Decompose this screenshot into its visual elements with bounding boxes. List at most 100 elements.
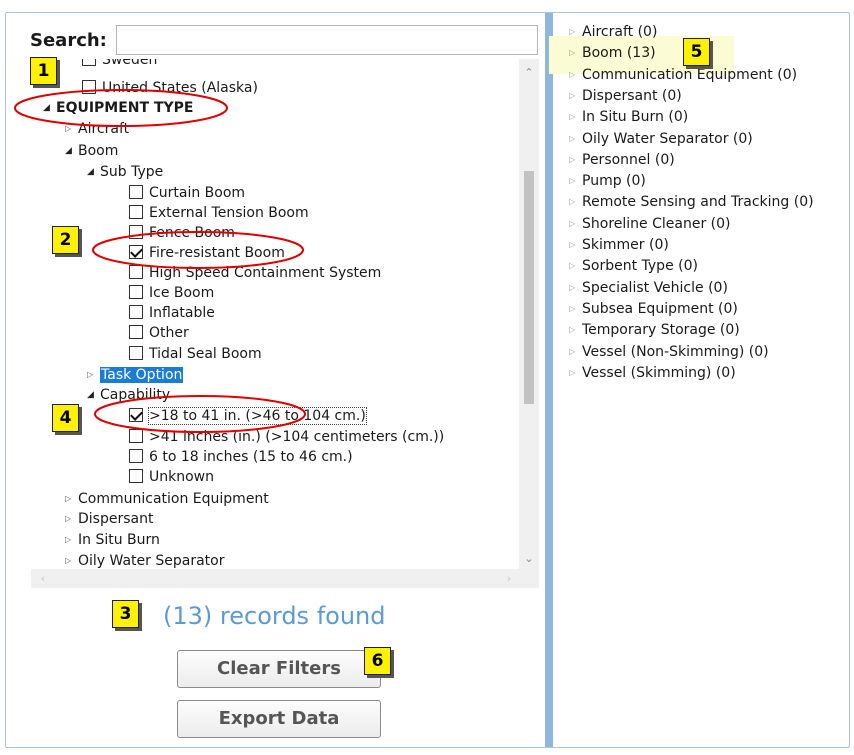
tree-item-curtain-boom[interactable]: Curtain Boom <box>129 183 245 203</box>
collapsed-triangle-icon[interactable]: ▷ <box>569 22 582 42</box>
vertical-scrollbar[interactable]: ⌃ ⌄ <box>519 59 539 569</box>
expanded-triangle-icon[interactable]: ◢ <box>87 385 100 405</box>
collapsed-triangle-icon[interactable]: ▷ <box>65 119 78 139</box>
scroll-left-icon[interactable]: ‹ <box>33 569 53 588</box>
result-item-shoreline-cleaner-0[interactable]: ▷ Shoreline Cleaner (0) <box>569 214 730 234</box>
collapsed-triangle-icon[interactable]: ▷ <box>569 129 582 149</box>
tree-item-boom[interactable]: ◢ Boom <box>65 141 118 161</box>
collapsed-triangle-icon[interactable]: ▷ <box>65 489 78 509</box>
tree-item-unknown[interactable]: Unknown <box>129 467 214 487</box>
tree-item-in-situ-burn[interactable]: ▷ In Situ Burn <box>65 530 160 550</box>
expanded-triangle-icon[interactable]: ◢ <box>43 98 56 118</box>
tree-item-capability[interactable]: ◢ Capability <box>87 385 170 405</box>
checkbox-icon[interactable] <box>129 185 143 199</box>
collapsed-triangle-icon[interactable]: ▷ <box>569 214 582 234</box>
checkbox-icon[interactable] <box>129 325 143 339</box>
result-item-pump-0[interactable]: ▷ Pump (0) <box>569 171 646 191</box>
tree-item-sub-type[interactable]: ◢ Sub Type <box>87 162 163 182</box>
collapsed-triangle-icon[interactable]: ▷ <box>569 320 582 340</box>
checkbox-icon[interactable] <box>129 265 143 279</box>
result-item-specialist-vehicle-0[interactable]: ▷ Specialist Vehicle (0) <box>569 278 728 298</box>
collapsed-triangle-icon[interactable]: ▷ <box>569 299 582 319</box>
tree-item-aircraft[interactable]: ▷ Aircraft <box>65 119 129 139</box>
export-data-button[interactable]: Export Data <box>177 700 381 738</box>
collapsed-triangle-icon[interactable]: ▷ <box>569 107 582 127</box>
tree-item-sweden[interactable]: Sweden <box>82 59 157 70</box>
scroll-down-icon[interactable]: ⌄ <box>519 549 539 569</box>
tree-item-tidal-seal-boom[interactable]: Tidal Seal Boom <box>129 344 262 364</box>
checkbox-icon[interactable] <box>129 305 143 319</box>
panel-splitter[interactable] <box>545 13 553 747</box>
collapsed-triangle-icon[interactable]: ▷ <box>569 43 582 63</box>
tree-item-oily-water-separator[interactable]: ▷ Oily Water Separator <box>65 551 224 569</box>
collapsed-triangle-icon[interactable]: ▷ <box>569 342 582 362</box>
collapsed-triangle-icon[interactable]: ▷ <box>569 278 582 298</box>
expanded-triangle-icon[interactable]: ◢ <box>87 162 100 182</box>
collapsed-triangle-icon[interactable]: ▷ <box>569 192 582 212</box>
result-item-in-situ-burn-0[interactable]: ▷ In Situ Burn (0) <box>569 107 688 127</box>
tree-item-ice-boom[interactable]: Ice Boom <box>129 283 214 303</box>
result-item-boom-13[interactable]: ▷ Boom (13) <box>569 43 656 63</box>
clear-filters-button[interactable]: Clear Filters <box>177 650 381 688</box>
result-item-vessel-non-skimming-0[interactable]: ▷ Vessel (Non-Skimming) (0) <box>569 342 769 362</box>
tree-item-external-tension-boom[interactable]: External Tension Boom <box>129 203 309 223</box>
tree-item-equipment-type[interactable]: ◢ EQUIPMENT TYPE <box>43 98 193 118</box>
collapsed-triangle-icon[interactable]: ▷ <box>65 509 78 529</box>
collapsed-triangle-icon[interactable]: ▷ <box>569 86 582 106</box>
result-item-skimmer-0[interactable]: ▷ Skimmer (0) <box>569 235 669 255</box>
result-item-label: Temporary Storage (0) <box>582 322 740 339</box>
tree-item-inflatable[interactable]: Inflatable <box>129 303 215 323</box>
tree-item-task-option[interactable]: ▷ Task Option <box>87 365 184 385</box>
result-item-sorbent-type-0[interactable]: ▷ Sorbent Type (0) <box>569 256 698 276</box>
collapsed-triangle-icon[interactable]: ▷ <box>569 235 582 255</box>
expanded-triangle-icon[interactable]: ◢ <box>65 141 78 161</box>
tree-item-fire-resistant-boom[interactable]: Fire-resistant Boom <box>129 243 285 263</box>
checkbox-icon[interactable] <box>129 285 143 299</box>
tree-item-communication-equipment[interactable]: ▷ Communication Equipment <box>65 489 269 509</box>
checkbox-icon[interactable] <box>82 59 96 66</box>
tree-item-18-to-41-in-46-to-104-cm[interactable]: >18 to 41 in. (>46 to 104 cm.) <box>129 406 367 426</box>
result-item-personnel-0[interactable]: ▷ Personnel (0) <box>569 150 675 170</box>
collapsed-triangle-icon[interactable]: ▷ <box>87 365 100 385</box>
badge-6: 6 <box>364 647 391 675</box>
collapsed-triangle-icon[interactable]: ▷ <box>569 363 582 383</box>
result-item-temporary-storage-0[interactable]: ▷ Temporary Storage (0) <box>569 320 740 340</box>
tree-item-united-states-alaska[interactable]: United States (Alaska) <box>82 78 258 98</box>
tree-item-dispersant[interactable]: ▷ Dispersant <box>65 509 153 529</box>
checkbox-icon[interactable] <box>82 80 96 94</box>
horizontal-scrollbar[interactable]: ‹ › <box>31 569 539 588</box>
checkbox-icon[interactable] <box>129 408 143 422</box>
result-item-oily-water-separator-0[interactable]: ▷ Oily Water Separator (0) <box>569 129 753 149</box>
result-item-remote-sensing-and-tracking-0[interactable]: ▷ Remote Sensing and Tracking (0) <box>569 192 814 212</box>
tree-item-high-speed-containment-system[interactable]: High Speed Containment System <box>129 263 381 283</box>
tree-item-label: Curtain Boom <box>149 185 246 201</box>
result-item-subsea-equipment-0[interactable]: ▷ Subsea Equipment (0) <box>569 299 738 319</box>
collapsed-triangle-icon[interactable]: ▷ <box>65 530 78 550</box>
search-input[interactable] <box>116 25 538 55</box>
result-item-aircraft-0[interactable]: ▷ Aircraft (0) <box>569 22 657 42</box>
result-item-label: Boom (13) <box>582 45 656 62</box>
tree-item-41-inches-in-104-centimeters-cm[interactable]: >41 inches (in.) (>104 centimeters (cm.)… <box>129 427 444 447</box>
result-item-vessel-skimming-0[interactable]: ▷ Vessel (Skimming) (0) <box>569 363 736 383</box>
scroll-up-icon[interactable]: ⌃ <box>519 63 539 83</box>
tree-item-fence-boom[interactable]: Fence Boom <box>129 223 235 243</box>
checkbox-icon[interactable] <box>129 449 143 463</box>
collapsed-triangle-icon[interactable]: ▷ <box>569 150 582 170</box>
tree-item-6-to-18-inches-15-to-46-cm[interactable]: 6 to 18 inches (15 to 46 cm.) <box>129 447 353 467</box>
filter-tree: Sweden United States (Alaska) ◢ EQUIPMENT T… <box>31 59 539 569</box>
tree-item-other[interactable]: Other <box>129 323 189 343</box>
collapsed-triangle-icon[interactable]: ▷ <box>569 65 582 85</box>
checkbox-icon[interactable] <box>129 245 143 259</box>
scroll-right-icon[interactable]: › <box>499 569 519 588</box>
checkbox-icon[interactable] <box>129 429 143 443</box>
scrollbar-thumb[interactable] <box>524 171 534 404</box>
result-item-dispersant-0[interactable]: ▷ Dispersant (0) <box>569 86 682 106</box>
checkbox-icon[interactable] <box>129 346 143 360</box>
checkbox-icon[interactable] <box>129 225 143 239</box>
collapsed-triangle-icon[interactable]: ▷ <box>569 256 582 276</box>
result-item-communication-equipment-0[interactable]: ▷ Communication Equipment (0) <box>569 65 797 85</box>
checkbox-icon[interactable] <box>129 205 143 219</box>
collapsed-triangle-icon[interactable]: ▷ <box>65 551 78 569</box>
collapsed-triangle-icon[interactable]: ▷ <box>569 171 582 191</box>
checkbox-icon[interactable] <box>129 469 143 483</box>
